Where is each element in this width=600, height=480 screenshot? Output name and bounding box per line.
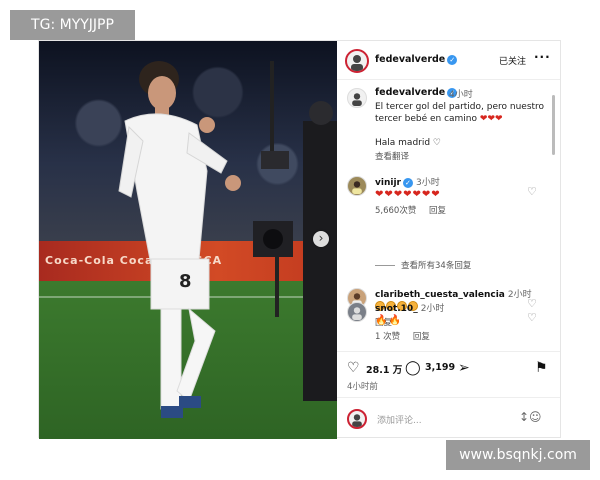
current-user-avatar bbox=[347, 409, 367, 429]
comment-likes[interactable]: 1 次赞 bbox=[375, 332, 400, 342]
emoji-picker-icon[interactable]: ↕☺ bbox=[519, 410, 542, 424]
reply-button[interactable]: 回复 bbox=[413, 332, 430, 342]
add-comment-input[interactable]: 添加评论... bbox=[377, 413, 422, 426]
scrollbar-thumb[interactable] bbox=[552, 95, 555, 155]
caption-line2: Hala madrid ♡ bbox=[375, 138, 441, 148]
save-bookmark-icon[interactable]: ⚑ bbox=[535, 360, 548, 376]
comment-text: 🔥🔥 bbox=[375, 315, 402, 326]
comment-item: snot.10_ 2小时 🔥🔥 1 次赞 回复 ♡ bbox=[337, 299, 560, 359]
post-time-ago: 4小时前 bbox=[347, 382, 378, 392]
comment-meta: 5,660次赞 回复 bbox=[375, 204, 456, 216]
share-send-icon[interactable]: ➢ bbox=[458, 360, 470, 376]
following-button[interactable]: 已关注 bbox=[499, 54, 526, 67]
comment-text: ❤❤❤❤❤❤❤ bbox=[375, 189, 441, 200]
instagram-post: Coca-Cola Coca-Cola SCA 8 › fedevalverde… bbox=[38, 40, 561, 439]
like-comment-heart-icon[interactable]: ♡ bbox=[527, 185, 537, 198]
caption-time: 4小时 bbox=[449, 90, 473, 100]
post-sidebar: fedevalverde ✓ 已关注 ··· fedevalverde ✓ 4小时 … bbox=[337, 41, 560, 437]
like-comment-heart-icon[interactable]: ♡ bbox=[527, 311, 537, 324]
reply-button[interactable]: 回复 bbox=[429, 206, 446, 216]
caption-avatar[interactable] bbox=[347, 88, 367, 108]
see-translation-link[interactable]: 查看翻译 bbox=[375, 150, 409, 162]
more-options-icon[interactable]: ··· bbox=[534, 50, 551, 64]
red-hearts-icon: ❤❤❤ bbox=[479, 114, 503, 124]
post-photo[interactable]: Coca-Cola Coca-Cola SCA 8 › bbox=[39, 41, 337, 439]
commenter-username[interactable]: snot.10_ 2小时 bbox=[375, 301, 444, 314]
watermark-bottom: www.bsqnkj.com bbox=[446, 440, 590, 470]
comment-meta: 1 次赞 回复 bbox=[375, 330, 440, 342]
caption-username[interactable]: fedevalverde ✓ bbox=[375, 87, 458, 98]
player-in-white-kit: 8 bbox=[118, 61, 241, 418]
replies-divider-line bbox=[375, 265, 395, 266]
watermark-top: TG: MYYJJPP bbox=[10, 10, 135, 40]
comment-count[interactable]: 3,199 bbox=[425, 362, 455, 373]
commenter-avatar[interactable] bbox=[347, 302, 367, 322]
like-heart-icon[interactable]: ♡ bbox=[347, 360, 360, 376]
author-username[interactable]: fedevalverde ✓ bbox=[375, 54, 458, 65]
post-header: fedevalverde ✓ 已关注 ··· bbox=[337, 41, 560, 80]
author-avatar[interactable] bbox=[345, 49, 369, 73]
comment-item: vinijr ✓ 3小时 ❤❤❤❤❤❤❤ 5,660次赞 回复 ♡ bbox=[337, 173, 560, 233]
like-count[interactable]: 28.1 万 bbox=[366, 362, 402, 376]
verified-badge-icon: ✓ bbox=[447, 54, 458, 65]
caption-text: El tercer gol del partido, pero nuestro … bbox=[375, 102, 545, 124]
verified-badge-icon: ✓ bbox=[402, 177, 413, 188]
post-actions-bar: ♡ 28.1 万 ◯ 3,199 ➢ ⚑ 4小时前 bbox=[337, 351, 560, 392]
commenter-avatar[interactable] bbox=[347, 176, 367, 196]
commenter-username[interactable]: vinijr ✓ 3小时 bbox=[375, 175, 440, 188]
comment-composer: 添加评论... ↕☺ bbox=[337, 397, 560, 438]
comment-bubble-icon[interactable]: ◯ bbox=[405, 360, 421, 376]
next-image-button[interactable]: › bbox=[313, 231, 329, 247]
player-figure: 8 bbox=[118, 61, 337, 418]
svg-text:8: 8 bbox=[179, 271, 192, 292]
comment-likes[interactable]: 5,660次赞 bbox=[375, 206, 416, 216]
